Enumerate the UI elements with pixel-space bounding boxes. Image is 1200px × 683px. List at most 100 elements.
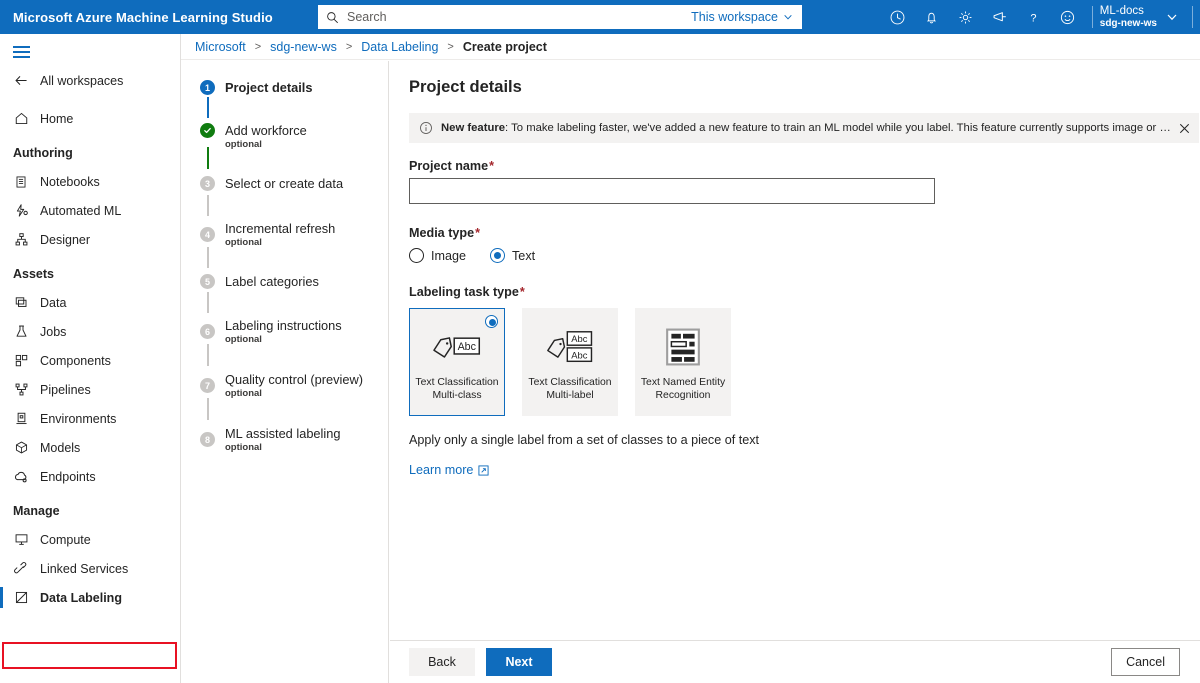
card-label: Text Named Entity Recognition	[636, 376, 730, 402]
learn-more-link[interactable]: Learn more	[409, 463, 489, 477]
wizard-step-ml-assisted-labeling[interactable]: 8 ML assisted labeling optional	[182, 426, 388, 466]
sidebar-item-designer[interactable]: Designer	[0, 225, 180, 254]
wizard-step-select-or-create-data[interactable]: 3 Select or create data	[182, 176, 388, 221]
wizard-step-labeling-instructions[interactable]: 6 Labeling instructions optional	[182, 318, 388, 372]
sidebar-item-data[interactable]: Data	[0, 288, 180, 317]
sidebar-item-label: Models	[40, 441, 80, 455]
step-optional-label: optional	[225, 442, 388, 453]
help-icon[interactable]: ?	[1017, 0, 1051, 34]
step-check-icon	[200, 123, 215, 138]
step-label: Select or create data	[225, 176, 388, 191]
svg-text:Abc: Abc	[458, 341, 477, 353]
media-type-radio-image[interactable]: Image	[409, 248, 466, 263]
step-number-badge: 1	[200, 80, 215, 95]
wizard-step-label-categories[interactable]: 5 Label categories	[182, 274, 388, 318]
sidebar-item-environments[interactable]: Environments	[0, 404, 180, 433]
close-icon[interactable]	[1173, 123, 1190, 134]
hamburger-menu-icon[interactable]	[0, 34, 34, 58]
search-box[interactable]: This workspace	[318, 5, 802, 29]
card-label: Text Classification Multi-label	[523, 376, 617, 402]
step-number-badge: 7	[200, 378, 215, 393]
step-number-badge: 6	[200, 324, 215, 339]
sidebar-item-linked-services[interactable]: Linked Services	[0, 554, 180, 583]
sidebar-item-components[interactable]: Components	[0, 346, 180, 375]
components-icon	[13, 353, 29, 368]
wizard-step-incremental-refresh[interactable]: 4 Incremental refresh optional	[182, 221, 388, 274]
media-type-label: Media type*	[409, 226, 1200, 240]
workspace-scope-dropdown[interactable]: This workspace	[691, 10, 802, 24]
sidebar-item-endpoints[interactable]: Endpoints	[0, 462, 180, 491]
left-sidebar: All workspaces Home Authoring Notebooks …	[0, 34, 181, 683]
back-button[interactable]: Back	[409, 648, 475, 676]
sidebar-item-automated-ml[interactable]: Automated ML	[0, 196, 180, 225]
cancel-button[interactable]: Cancel	[1111, 648, 1180, 676]
account-chevron-down-icon[interactable]	[1159, 11, 1185, 23]
svg-text:?: ?	[1031, 12, 1037, 24]
next-button[interactable]: Next	[486, 648, 552, 676]
back-arrow-icon	[13, 73, 29, 88]
search-input[interactable]	[345, 6, 691, 28]
sidebar-item-jobs[interactable]: Jobs	[0, 317, 180, 346]
smiley-icon[interactable]	[1051, 0, 1085, 34]
sidebar-item-compute[interactable]: Compute	[0, 525, 180, 554]
sidebar-item-label: Notebooks	[40, 175, 100, 189]
sidebar-item-label: Designer	[40, 233, 90, 247]
sidebar-item-notebooks[interactable]: Notebooks	[0, 167, 180, 196]
sidebar-item-label: Compute	[40, 533, 91, 547]
sidebar-item-models[interactable]: Models	[0, 433, 180, 462]
step-optional-label: optional	[225, 334, 388, 345]
wizard-step-quality-control[interactable]: 7 Quality control (preview) optional	[182, 372, 388, 426]
pipelines-icon	[13, 382, 29, 397]
feedback-icon[interactable]	[983, 0, 1017, 34]
bell-icon[interactable]	[915, 0, 949, 34]
new-feature-banner: New feature: To make labeling faster, we…	[409, 113, 1199, 143]
task-type-description: Apply only a single label from a set of …	[409, 433, 1200, 447]
task-card-text-named-entity-recognition[interactable]: Text Named Entity Recognition	[635, 308, 731, 416]
gear-icon[interactable]	[949, 0, 983, 34]
account-workspace: sdg-new-ws	[1100, 18, 1157, 30]
history-icon[interactable]	[881, 0, 915, 34]
step-connector	[207, 97, 209, 118]
sidebar-item-home[interactable]: Home	[0, 104, 180, 133]
sidebar-group-manage: Manage	[0, 491, 180, 525]
wizard-step-add-workforce[interactable]: Add workforce optional	[182, 123, 388, 176]
models-icon	[13, 440, 29, 455]
tag-abc-icon: Abc	[431, 328, 483, 366]
required-asterisk: *	[488, 159, 494, 173]
required-asterisk: *	[519, 285, 525, 299]
project-name-label-text: Project name	[409, 159, 488, 173]
step-number-badge: 3	[200, 176, 215, 191]
account-info[interactable]: ML-docs sdg-new-ws	[1100, 5, 1159, 30]
step-connector	[207, 195, 209, 216]
breadcrumb-item-microsoft[interactable]: Microsoft	[195, 40, 246, 54]
sidebar-item-all-workspaces[interactable]: All workspaces	[0, 66, 180, 95]
tag-abc-abc-icon: Abc Abc	[544, 328, 596, 366]
wizard-step-project-details[interactable]: 1 Project details	[182, 80, 388, 123]
svg-text:Abc: Abc	[571, 349, 587, 360]
sidebar-item-pipelines[interactable]: Pipelines	[0, 375, 180, 404]
task-card-text-classification-multi-class[interactable]: Abc Text Classification Multi-class	[409, 308, 505, 416]
banner-strong: New feature	[441, 122, 505, 134]
card-radio-selected	[485, 315, 498, 328]
step-label: Label categories	[225, 274, 388, 289]
header-icon-group: ? ML-docs sdg-new-ws	[881, 0, 1200, 34]
sidebar-item-label: Automated ML	[40, 204, 121, 218]
radio-indicator-selected	[490, 248, 505, 263]
header-divider	[1092, 6, 1093, 28]
labeling-task-type-label-text: Labeling task type	[409, 285, 519, 299]
account-name: ML-docs	[1100, 5, 1157, 18]
breadcrumb-item-data-labeling[interactable]: Data Labeling	[361, 40, 438, 54]
task-card-text-classification-multi-label[interactable]: Abc Abc Text Classification Multi-label	[522, 308, 618, 416]
breadcrumb-item-workspace[interactable]: sdg-new-ws	[270, 40, 337, 54]
app-header: Microsoft Azure Machine Learning Studio …	[0, 0, 1200, 34]
sidebar-item-data-labeling[interactable]: Data Labeling	[0, 583, 180, 612]
media-type-radio-text[interactable]: Text	[490, 248, 535, 263]
step-connector	[207, 247, 209, 268]
automated-ml-icon	[13, 203, 29, 218]
highlight-annotation-box	[2, 642, 177, 669]
environments-icon	[13, 411, 29, 426]
step-label: Labeling instructions	[225, 318, 388, 333]
step-connector	[207, 398, 209, 420]
step-optional-label: optional	[225, 388, 388, 399]
project-name-input[interactable]	[409, 178, 935, 204]
